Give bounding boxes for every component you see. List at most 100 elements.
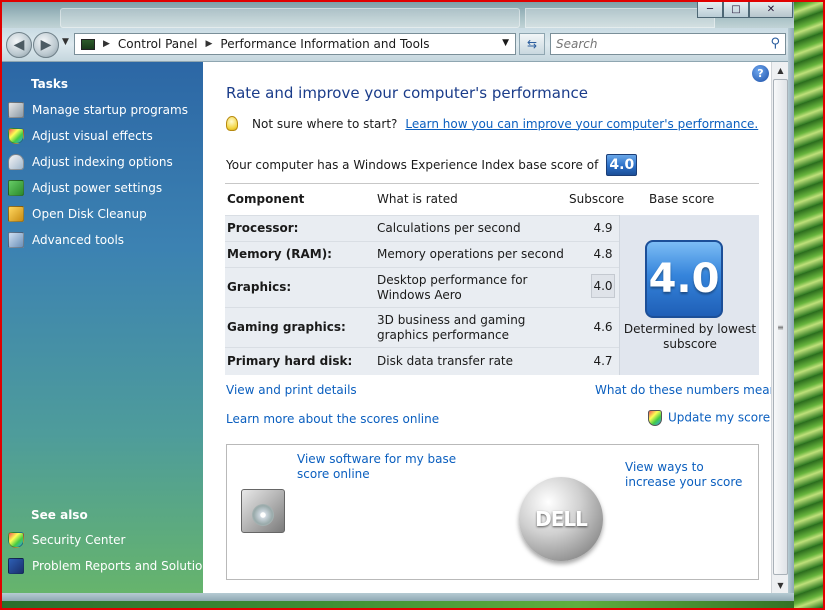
recent-pages-dropdown-icon[interactable]: ▼ xyxy=(62,37,69,47)
row-what-is-rated: Disk data transfer rate xyxy=(377,354,514,368)
learn-scores-online-link[interactable]: Learn more about the scores online xyxy=(226,412,439,426)
row-component: Processor: xyxy=(227,221,299,235)
tip-text: Not sure where to start? xyxy=(252,116,398,131)
search-box[interactable]: ⚲ xyxy=(550,33,786,55)
task-label: Adjust visual effects xyxy=(32,129,153,143)
startup-icon xyxy=(8,102,24,118)
task-adjust-visual-effects[interactable]: Adjust visual effects xyxy=(8,126,153,146)
disk-cleanup-icon xyxy=(8,206,24,222)
row-component: Gaming graphics: xyxy=(227,320,346,334)
breadcrumb-separator-icon[interactable]: ▶ xyxy=(206,39,213,49)
background-search-box xyxy=(525,8,715,28)
view-software-link[interactable]: View software for my base score online xyxy=(297,452,487,482)
header-what-is-rated: What is rated xyxy=(377,192,458,206)
score-table: Component What is rated Subscore Base sc… xyxy=(225,183,759,375)
row-subscore: 4.6 xyxy=(593,320,613,334)
task-label: Manage startup programs xyxy=(32,103,188,117)
main-content: ? Rate and improve your computer's perfo… xyxy=(203,62,784,593)
breadcrumb-control-panel[interactable]: Control Panel xyxy=(118,37,198,51)
link-problem-reports[interactable]: Problem Reports and Solutions xyxy=(8,556,216,576)
improve-performance-link[interactable]: Learn how you can improve your computer'… xyxy=(405,117,758,131)
scroll-up-icon[interactable]: ▲ xyxy=(772,62,789,78)
task-manage-startup-programs[interactable]: Manage startup programs xyxy=(8,100,188,120)
view-ways-to-increase-link[interactable]: View ways to increase your score xyxy=(625,460,755,490)
dell-logo: DELL xyxy=(519,477,603,561)
scroll-thumb[interactable]: ≡ xyxy=(773,79,788,575)
back-button[interactable]: ◀ xyxy=(6,32,32,58)
forward-button[interactable]: ▶ xyxy=(33,32,59,58)
scroll-down-icon[interactable]: ▼ xyxy=(772,577,789,593)
indexing-icon xyxy=(8,154,24,170)
base-score-badge-small: 4.0 xyxy=(606,154,638,176)
offers-box: View software for my base score online D… xyxy=(226,444,759,580)
see-also-label: Security Center xyxy=(32,533,126,547)
wei-text: Your computer has a Windows Experience I… xyxy=(226,158,599,172)
row-subscore: 4.7 xyxy=(593,354,613,368)
row-component: Memory (RAM): xyxy=(227,247,332,261)
what-do-numbers-mean-link[interactable]: What do these numbers mean? xyxy=(595,383,784,397)
security-center-icon xyxy=(8,532,24,548)
search-icon[interactable]: ⚲ xyxy=(770,36,780,51)
breadcrumb-current-page[interactable]: Performance Information and Tools xyxy=(220,37,429,51)
vertical-scrollbar[interactable]: ▲ ≡ ▼ xyxy=(771,62,788,593)
address-dropdown-icon[interactable]: ▼ xyxy=(502,38,509,48)
window-controls: ─ □ ✕ xyxy=(697,0,793,18)
row-what-is-rated: Memory operations per second xyxy=(377,247,564,261)
tasks-heading: Tasks xyxy=(31,77,69,91)
row-what-is-rated: Calculations per second xyxy=(377,221,521,235)
table-row: Graphics: Desktop performance for Window… xyxy=(225,267,619,307)
software-box-icon xyxy=(241,489,285,533)
table-row: Processor: Calculations per second 4.9 xyxy=(225,215,619,241)
help-icon[interactable]: ? xyxy=(752,65,769,82)
task-pane: Tasks Manage startup programs Adjust vis… xyxy=(2,62,216,593)
power-icon xyxy=(8,180,24,196)
header-base-score: Base score xyxy=(649,192,715,206)
determined-by-note: Determined by lowest subscore xyxy=(623,322,757,351)
row-subscore: 4.8 xyxy=(593,247,613,261)
table-row: Primary hard disk: Disk data transfer ra… xyxy=(225,347,619,375)
header-component: Component xyxy=(227,192,305,206)
update-my-score-link[interactable]: Update my score xyxy=(668,411,770,425)
row-component: Primary hard disk: xyxy=(227,354,353,368)
view-print-details-link[interactable]: View and print details xyxy=(226,383,357,397)
row-component: Graphics: xyxy=(227,280,292,294)
shield-icon xyxy=(8,128,24,144)
update-score-row: Update my score xyxy=(648,410,770,426)
task-label: Advanced tools xyxy=(32,233,125,247)
advanced-tools-icon xyxy=(8,232,24,248)
row-subscore: 4.9 xyxy=(593,221,613,235)
task-label: Open Disk Cleanup xyxy=(32,207,147,221)
row-subscore-lowest: 4.0 xyxy=(591,274,615,298)
address-bar[interactable]: ▶ Control Panel ▶ Performance Informatio… xyxy=(74,33,516,55)
task-advanced-tools[interactable]: Advanced tools xyxy=(8,230,124,250)
page-title: Rate and improve your computer's perform… xyxy=(226,84,588,102)
refresh-button[interactable]: ⇆ xyxy=(519,33,545,55)
breadcrumb-separator-icon[interactable]: ▶ xyxy=(103,39,110,49)
task-open-disk-cleanup[interactable]: Open Disk Cleanup xyxy=(8,204,147,224)
minimize-button[interactable]: ─ xyxy=(697,0,723,18)
row-what-is-rated: Desktop performance for Windows Aero xyxy=(377,273,528,302)
see-also-heading: See also xyxy=(31,508,88,522)
desktop-background xyxy=(794,0,825,610)
task-label: Adjust power settings xyxy=(32,181,163,195)
search-input[interactable] xyxy=(551,34,751,54)
tip-row: Not sure where to start? Learn how you c… xyxy=(226,116,758,131)
control-panel-icon xyxy=(81,38,95,50)
task-label: Adjust indexing options xyxy=(32,155,173,169)
row-what-is-rated: 3D business and gaming graphics performa… xyxy=(377,313,526,342)
table-row: Memory (RAM): Memory operations per seco… xyxy=(225,241,619,267)
header-subscore: Subscore xyxy=(569,192,625,206)
maximize-button[interactable]: □ xyxy=(723,0,749,18)
background-window-strip xyxy=(0,0,795,30)
link-security-center[interactable]: Security Center xyxy=(8,530,125,550)
close-button[interactable]: ✕ xyxy=(749,0,793,18)
score-rows: Processor: Calculations per second 4.9 M… xyxy=(225,215,619,375)
task-adjust-power-settings[interactable]: Adjust power settings xyxy=(8,178,162,198)
task-adjust-indexing-options[interactable]: Adjust indexing options xyxy=(8,152,173,172)
background-address-bar xyxy=(60,8,520,28)
see-also-label: Problem Reports and Solutions xyxy=(32,559,217,573)
uac-shield-icon xyxy=(648,410,662,426)
lightbulb-icon xyxy=(226,116,238,131)
base-score-panel: 4.0 Determined by lowest subscore xyxy=(619,215,759,375)
window-frame-bottom xyxy=(2,593,794,601)
